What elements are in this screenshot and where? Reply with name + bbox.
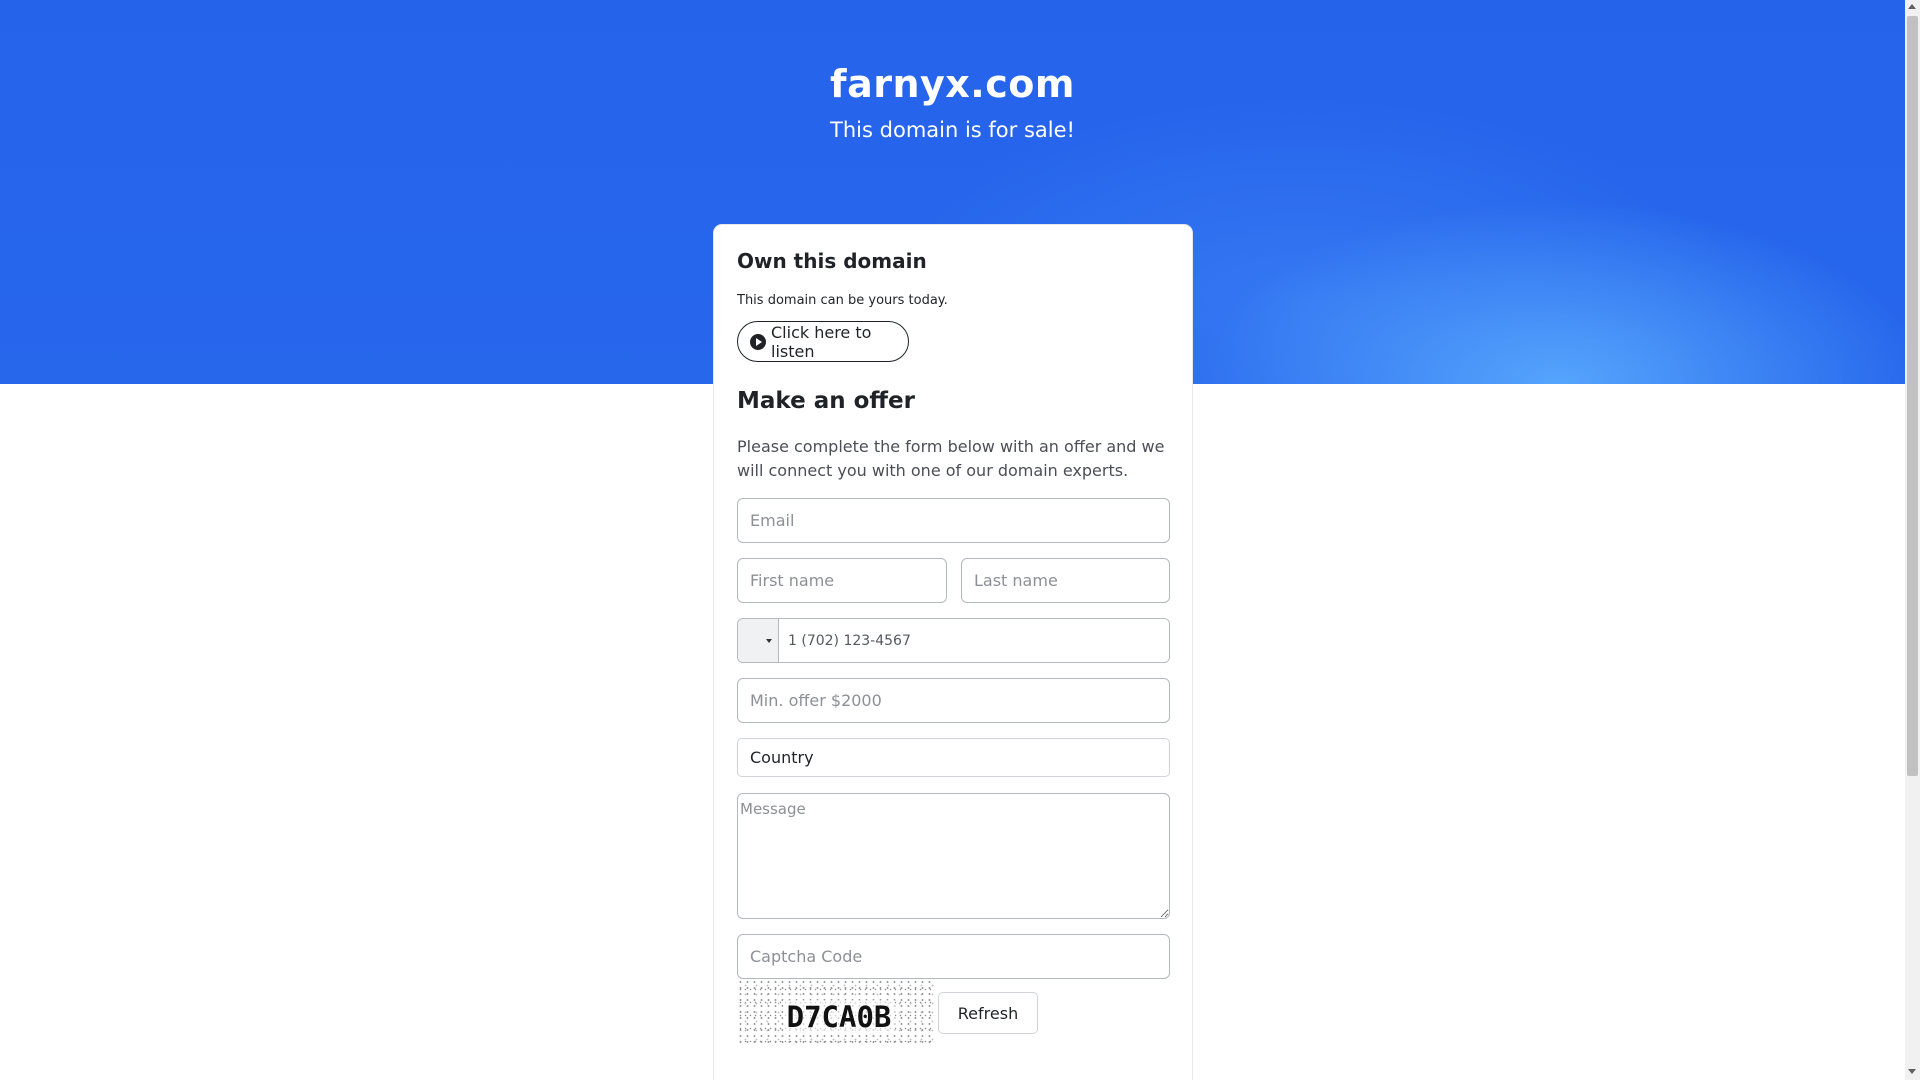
sale-subtitle: This domain is for sale! [830, 118, 1075, 142]
first-name-field[interactable] [737, 558, 947, 603]
refresh-captcha-button[interactable]: Refresh [938, 992, 1038, 1034]
phone-field[interactable] [779, 619, 1169, 662]
offer-card: Own this domain This domain can be yours… [713, 224, 1193, 1080]
scroll-down-icon[interactable] [1908, 1069, 1916, 1074]
page-scrollbar[interactable] [1905, 0, 1920, 1080]
country-select[interactable]: Country [737, 738, 1170, 777]
offer-description: Please complete the form below with an o… [737, 437, 1165, 480]
captcha-image: D7CA0B [737, 979, 935, 1047]
offer-amount-field[interactable] [737, 678, 1170, 723]
make-offer-heading: Make an offer [737, 388, 915, 414]
own-domain-text: This domain can be yours today. [737, 293, 948, 308]
scrollbar-thumb[interactable] [1907, 16, 1918, 776]
play-icon [750, 333, 766, 350]
listen-button[interactable]: Click here to listen [737, 321, 909, 362]
page: farnyx.com This domain is for sale! Own … [0, 0, 1920, 1080]
domain-title: farnyx.com [830, 62, 1075, 106]
message-field[interactable] [737, 793, 1170, 919]
phone-field-group [737, 618, 1170, 663]
captcha-code: D7CA0B [782, 1000, 896, 1034]
email-field[interactable] [737, 498, 1170, 543]
own-domain-heading: Own this domain [737, 249, 927, 273]
country-code-select[interactable] [738, 619, 779, 662]
chevron-down-icon [766, 639, 772, 643]
scroll-up-icon[interactable] [1908, 4, 1916, 9]
country-select-value: Country [750, 748, 814, 767]
captcha-field[interactable] [737, 934, 1170, 979]
listen-button-label: Click here to listen [771, 322, 872, 361]
last-name-field[interactable] [961, 558, 1170, 603]
